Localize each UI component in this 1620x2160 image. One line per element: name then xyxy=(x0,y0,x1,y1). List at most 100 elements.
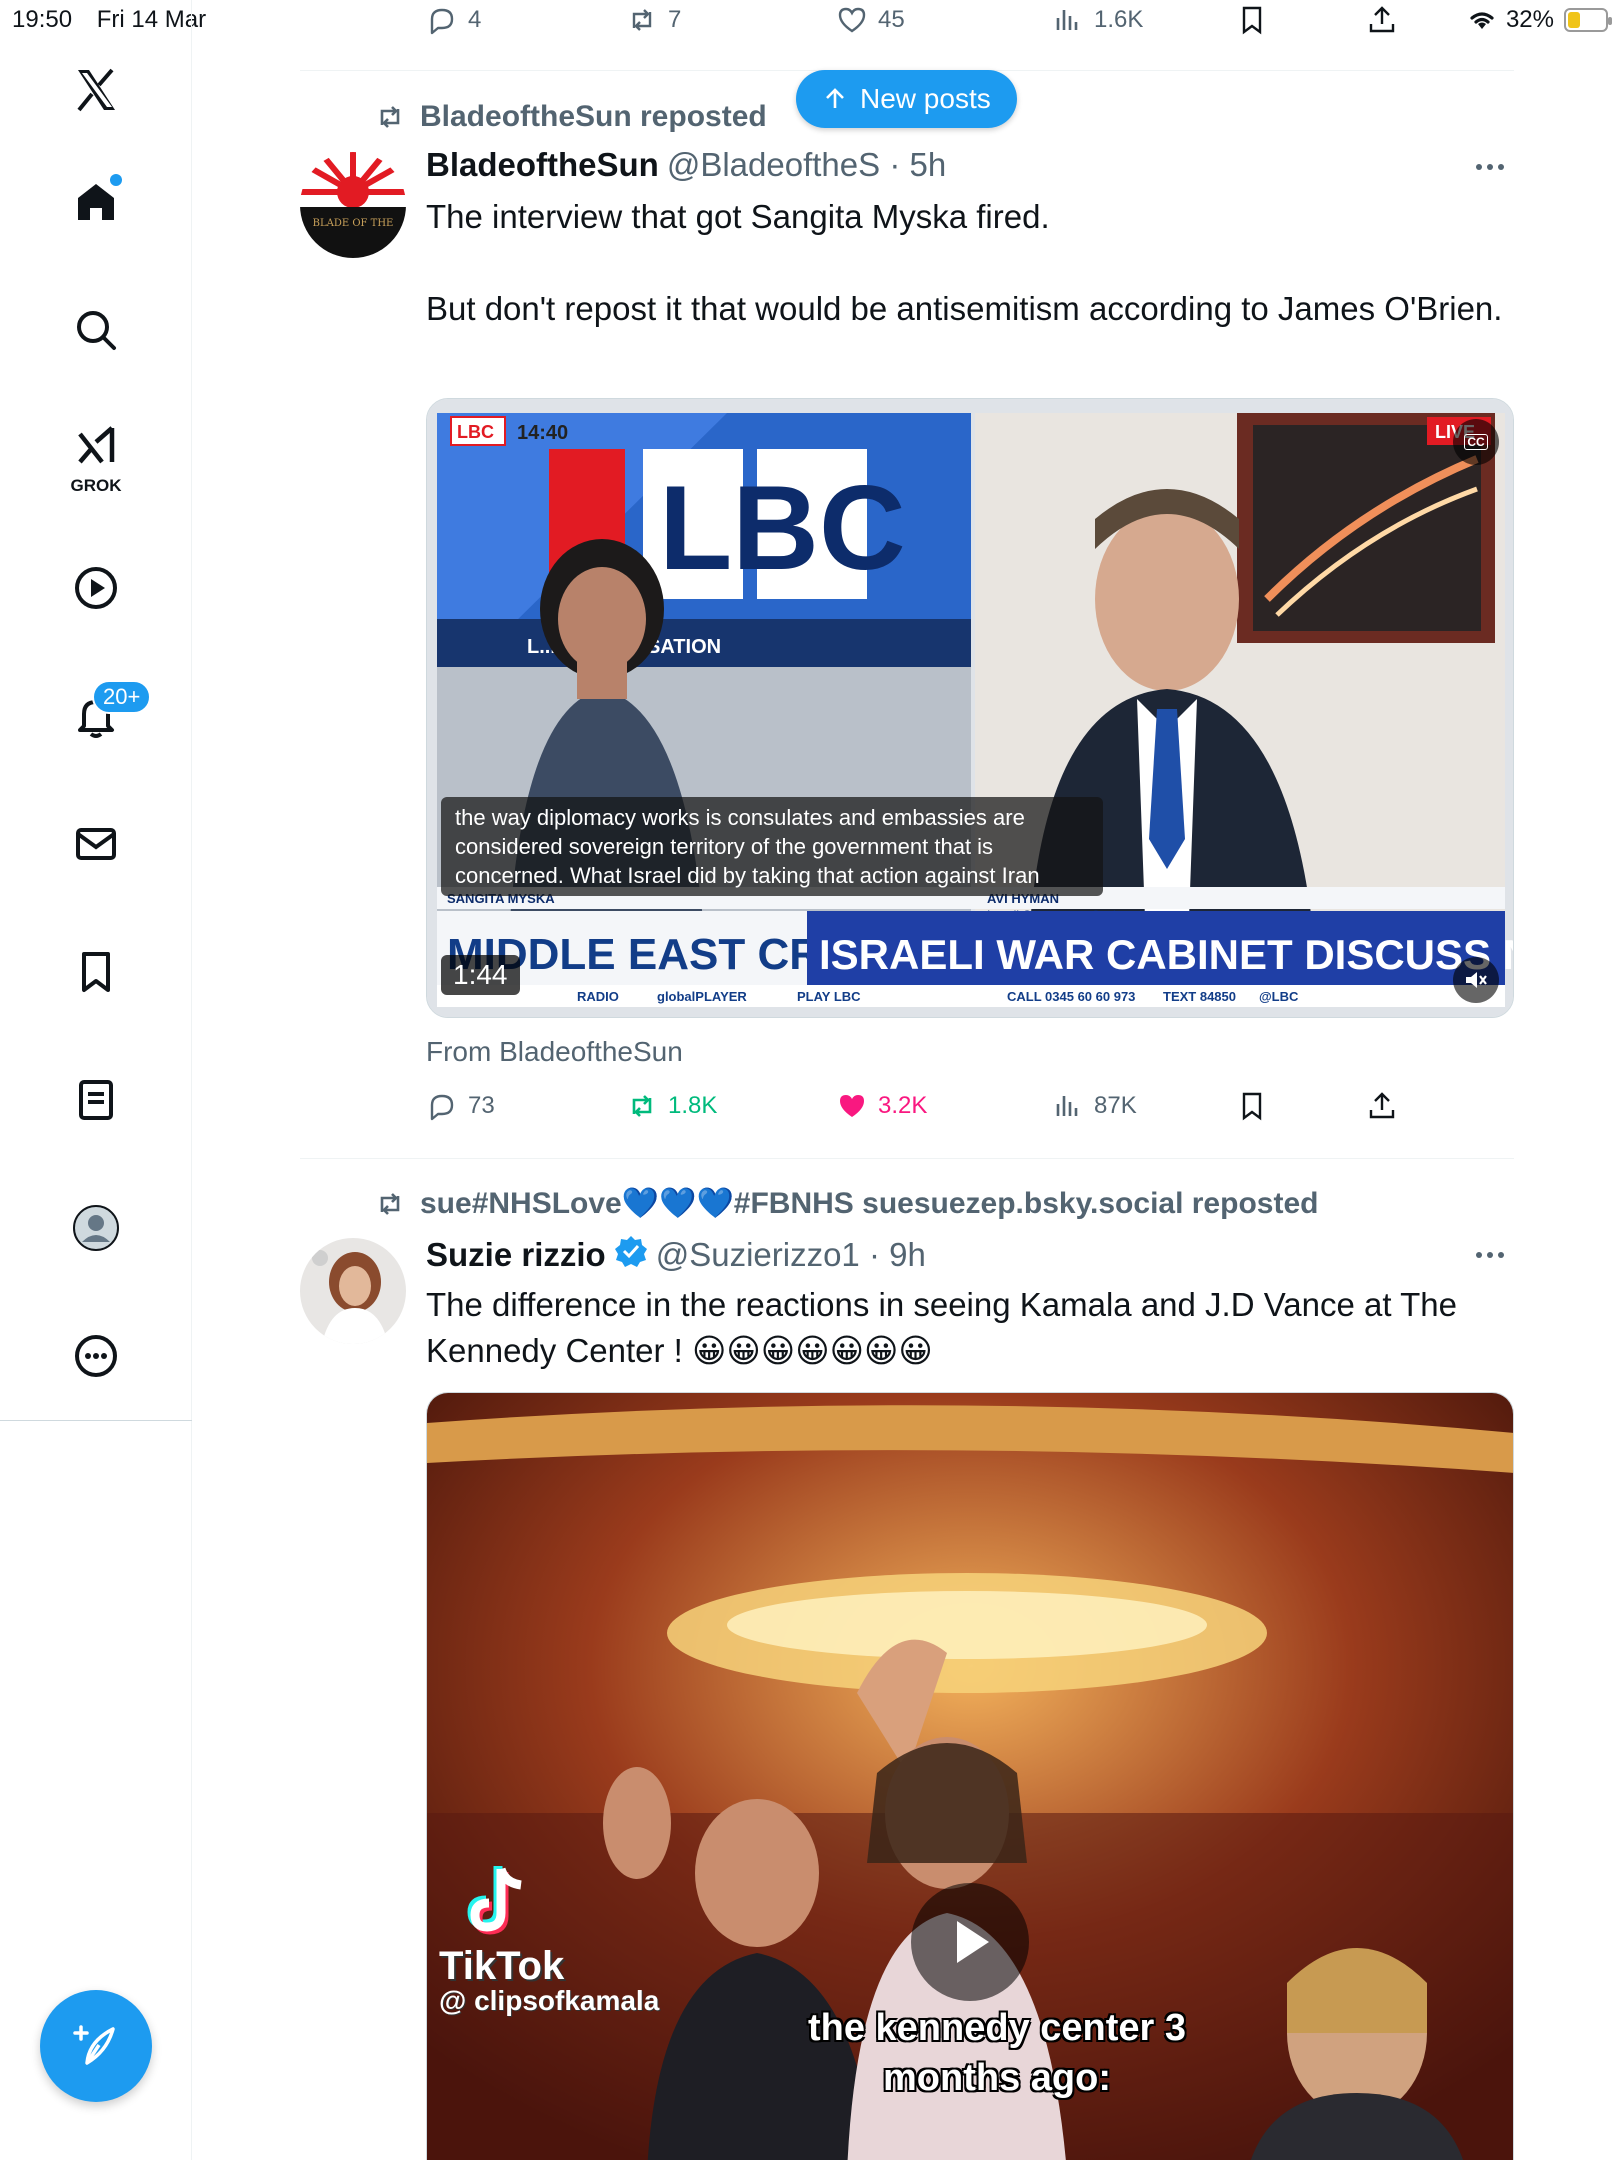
video-duration: 1:44 xyxy=(441,955,520,995)
reposted-by-label: BladeoftheSun reposted xyxy=(420,100,767,133)
author-handle-time[interactable]: @BladeoftheS · 5h xyxy=(667,146,946,184)
arrow-up-icon xyxy=(826,88,844,108)
views-icon xyxy=(1056,10,1078,30)
post-text: The interview that got Sangita Myska fir… xyxy=(426,194,1516,332)
repost-count: 7 xyxy=(668,6,682,33)
nav-home[interactable] xyxy=(56,162,136,242)
post-more-button[interactable] xyxy=(1466,1240,1514,1270)
nav-grok[interactable]: GROK xyxy=(56,412,136,502)
more-circle-icon xyxy=(75,1335,117,1377)
wifi-icon xyxy=(1470,12,1494,29)
tiktok-logo-icon xyxy=(467,1866,522,1935)
play-circle-icon xyxy=(75,567,117,609)
nav-explore[interactable] xyxy=(56,290,136,370)
grok-icon xyxy=(78,426,115,464)
post-divider xyxy=(300,1158,1514,1159)
verified-badge-icon xyxy=(614,1234,648,1276)
x-logo-icon[interactable] xyxy=(56,50,136,130)
author-avatar[interactable]: BLADE OF THE xyxy=(300,152,406,258)
grok-label: GROK xyxy=(70,476,122,495)
like-button[interactable]: 3.2K xyxy=(836,1090,927,1122)
share-button[interactable] xyxy=(1366,4,1398,36)
battery-icon xyxy=(1564,8,1612,32)
repost-count: 1.8K xyxy=(668,1092,718,1119)
post-more-button[interactable] xyxy=(1466,152,1514,182)
reply-button[interactable]: 4 xyxy=(426,4,481,36)
like-count: 3.2K xyxy=(878,1092,928,1119)
video-subtitle: the way diplomacy works is consulates an… xyxy=(441,797,1103,896)
new-posts-button[interactable]: New posts xyxy=(796,70,1017,128)
mute-button[interactable] xyxy=(1453,957,1499,1003)
sidebar-divider xyxy=(0,1420,192,1421)
heart-filled-icon xyxy=(840,1095,864,1117)
like-count: 45 xyxy=(878,6,905,33)
notification-badge: 20+ xyxy=(92,680,152,714)
author-avatar[interactable] xyxy=(300,1238,406,1344)
bookmark-icon xyxy=(1242,6,1262,35)
broadcast-clock: 14:40 xyxy=(517,422,568,444)
views-count: 1.6K xyxy=(1094,6,1144,33)
tiktok-handle: @ clipsofkamala xyxy=(439,1985,660,2016)
repost-button[interactable]: 7 xyxy=(626,4,681,36)
bookmark-button[interactable] xyxy=(1236,4,1268,36)
mail-icon xyxy=(76,828,116,860)
reply-count: 4 xyxy=(468,6,482,33)
video-frame: LBC L... CONVERSATION xyxy=(427,399,1514,1017)
avatar-logo-text: BLADE OF THE xyxy=(313,218,394,229)
author-name[interactable]: BladeoftheSun xyxy=(426,146,659,184)
from-attribution[interactable]: From BladeoftheSun xyxy=(426,1036,683,1068)
post-header: Suzie rizzio @Suzierizzo1 · 9h xyxy=(426,1234,926,1276)
video-play-button[interactable] xyxy=(911,1883,1029,2001)
repost-icon xyxy=(632,1095,652,1117)
views-count: 87K xyxy=(1094,1092,1137,1119)
video-overlay-text: the kennedy center 3 months ago: xyxy=(807,2007,1187,2099)
post-actions: 73 1.8K 3.2K 87K xyxy=(426,1090,1426,1134)
nav-lists[interactable] xyxy=(56,1060,136,1140)
nav-more[interactable] xyxy=(56,1316,136,1396)
nav-profile[interactable] xyxy=(56,1188,136,1268)
studio-logo: LBC xyxy=(659,461,906,595)
repost-icon xyxy=(632,9,652,31)
compose-post-button[interactable] xyxy=(40,1990,152,2102)
like-button[interactable]: 45 xyxy=(836,4,905,36)
reply-count: 73 xyxy=(468,1092,495,1119)
muted-speaker-icon xyxy=(1466,972,1487,988)
author-name[interactable]: Suzie rizzio xyxy=(426,1236,606,1274)
profile-avatar-icon xyxy=(73,1205,119,1251)
bookmark-button[interactable] xyxy=(1236,1090,1268,1122)
ticker-item: CALL 0345 60 60 973 xyxy=(1007,989,1135,1004)
bookmark-icon xyxy=(82,952,110,992)
share-icon xyxy=(1369,6,1395,33)
views-button[interactable]: 87K xyxy=(1052,1090,1137,1122)
reply-button[interactable]: 73 xyxy=(426,1090,495,1122)
post-text-paragraph: But don't repost it that would be antise… xyxy=(426,290,1503,327)
share-icon xyxy=(1369,1092,1395,1119)
tiktok-label: TikTok xyxy=(439,1944,565,1988)
share-button[interactable] xyxy=(1366,1090,1398,1122)
lower-third-right: ISRAELI WAR CABINET DISCUSS NEXT STEPS xyxy=(819,931,1514,978)
reply-icon xyxy=(430,8,454,35)
ticker-item: @LBC xyxy=(1259,989,1299,1004)
post-video[interactable]: LBC L... CONVERSATION xyxy=(426,398,1514,1018)
reposted-by: sue#NHSLove💙💙💙#FBNHS suesuezep.bsky.soci… xyxy=(374,1186,1318,1221)
new-posts-label: New posts xyxy=(860,83,991,114)
post-text-paragraph: The interview that got Sangita Myska fir… xyxy=(426,198,1050,235)
search-icon xyxy=(77,311,116,350)
tiktok-watermark: TikTok @ clipsofkamala xyxy=(439,1863,659,2017)
nav-notifications[interactable]: 20+ xyxy=(56,676,152,756)
small-logo: LBC xyxy=(457,422,494,442)
reposted-by: BladeoftheSun reposted xyxy=(374,100,767,134)
views-button[interactable]: 1.6K xyxy=(1052,4,1143,36)
captions-button[interactable]: CC xyxy=(1453,419,1499,465)
nav-messages[interactable] xyxy=(56,804,136,884)
repost-button[interactable]: 1.8K xyxy=(626,1090,717,1122)
nav-video[interactable] xyxy=(56,548,136,628)
nav-bookmarks[interactable] xyxy=(56,932,136,1012)
author-handle-time[interactable]: @Suzierizzo1 · 9h xyxy=(656,1236,926,1274)
more-dots-icon xyxy=(1476,1252,1504,1258)
post-video[interactable]: TikTok @ clipsofkamala the kennedy cente… xyxy=(426,1392,1514,2160)
post-text: The difference in the reactions in seein… xyxy=(426,1286,1457,1369)
feather-plus-icon xyxy=(73,2025,115,2065)
list-icon xyxy=(79,1080,113,1120)
home-new-dot xyxy=(110,174,122,186)
